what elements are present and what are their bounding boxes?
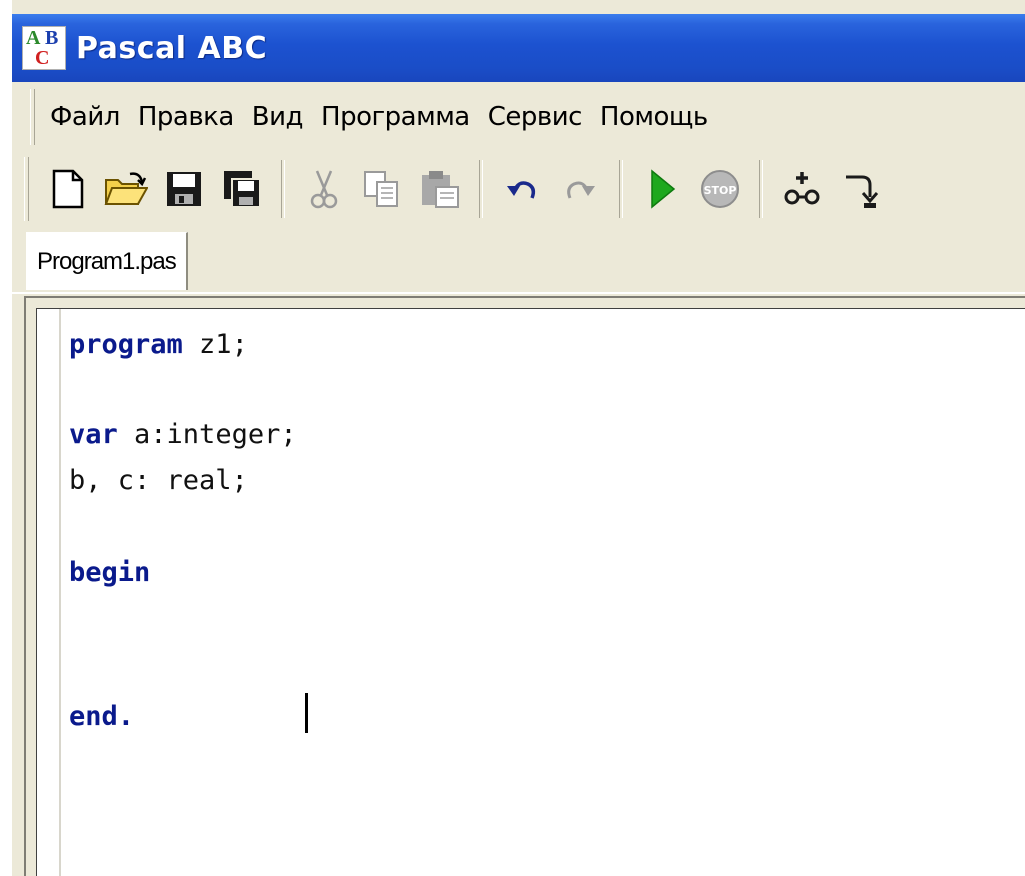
open-file-button[interactable]: [103, 166, 149, 212]
code-line-6: begin: [69, 553, 150, 593]
keyword-program: program: [69, 329, 183, 360]
add-watch-button[interactable]: [779, 166, 825, 212]
code-text: z1;: [182, 329, 248, 360]
undo-button[interactable]: [499, 166, 545, 212]
keyword-begin: begin: [69, 557, 151, 588]
text-cursor: [305, 693, 308, 733]
stop-icon-text: STOP: [704, 184, 737, 197]
code-text: a:integer;: [117, 419, 297, 450]
menu-service[interactable]: Сервис: [479, 96, 591, 138]
menu-edit[interactable]: Правка: [129, 96, 243, 138]
menu-bar: Файл Правка Вид Программа Сервис Помощь: [12, 84, 1025, 150]
cut-button[interactable]: [301, 166, 347, 212]
tab-label: Program1.pas: [37, 247, 177, 275]
paste-button[interactable]: [417, 166, 463, 212]
code-line-9: end.: [69, 697, 134, 737]
toolbar-separator: [479, 160, 483, 218]
undo-icon: [507, 181, 536, 199]
code-line-4: b, c: real;: [69, 461, 248, 501]
save-icon: [167, 172, 201, 206]
toolbar-grip[interactable]: [24, 157, 29, 221]
keyword-var: var: [69, 419, 118, 450]
run-icon: [651, 169, 676, 209]
pascal-abc-app-icon[interactable]: A B C: [22, 26, 66, 70]
stop-button[interactable]: STOP: [697, 166, 743, 212]
menu-view[interactable]: Вид: [243, 96, 312, 138]
toolbar-separator: [619, 160, 623, 218]
code-line-1: program z1;: [69, 325, 248, 365]
app-icon-letter-b: B: [45, 27, 59, 49]
editor-gutter[interactable]: [37, 309, 61, 876]
app-icon-letter-c: C: [35, 47, 50, 69]
menu-program[interactable]: Программа: [312, 96, 479, 138]
paste-icon: [422, 171, 459, 208]
copy-icon: [364, 171, 398, 207]
code-text: b, c: real;: [69, 465, 248, 496]
cut-icon: [310, 170, 338, 209]
tab-program1-pas[interactable]: Program1.pas: [26, 232, 188, 290]
pascal-abc-window: A B C Pascal ABC Файл Правка Вид Програм…: [0, 0, 1025, 876]
toolbar-separator: [281, 160, 285, 218]
new-file-icon: [52, 169, 84, 209]
copy-button[interactable]: [359, 166, 405, 212]
code-line-3: var a:integer;: [69, 415, 297, 455]
screenshot-edge: [0, 0, 12, 876]
new-file-button[interactable]: [45, 166, 91, 212]
window-title: Pascal ABC: [76, 30, 268, 66]
toolbar-separator: [759, 160, 763, 218]
tab-bar: Program1.pas: [12, 228, 1025, 294]
redo-button[interactable]: [557, 166, 603, 212]
keyword-end: end.: [69, 701, 135, 732]
step-into-icon: [846, 175, 878, 208]
menu-help[interactable]: Помощь: [591, 96, 717, 138]
app-icon-letter-a: A: [26, 27, 41, 49]
toolbar: STOP: [12, 150, 1025, 228]
add-watch-icon: [784, 172, 820, 205]
menu-bar-grip[interactable]: [30, 89, 35, 145]
save-button[interactable]: [161, 166, 207, 212]
tab-bar-underline: [12, 292, 1025, 294]
stop-icon: STOP: [701, 170, 739, 208]
step-into-button[interactable]: [837, 166, 883, 212]
code-editor[interactable]: program z1; var a:integer; b, c: real; b…: [36, 308, 1025, 876]
redo-icon: [567, 181, 595, 199]
run-button[interactable]: [639, 166, 685, 212]
open-folder-icon: [104, 172, 148, 205]
save-all-button[interactable]: [219, 166, 265, 212]
title-bar[interactable]: A B C Pascal ABC: [12, 14, 1025, 82]
save-all-icon: [224, 171, 261, 208]
menu-file[interactable]: Файл: [41, 96, 129, 138]
